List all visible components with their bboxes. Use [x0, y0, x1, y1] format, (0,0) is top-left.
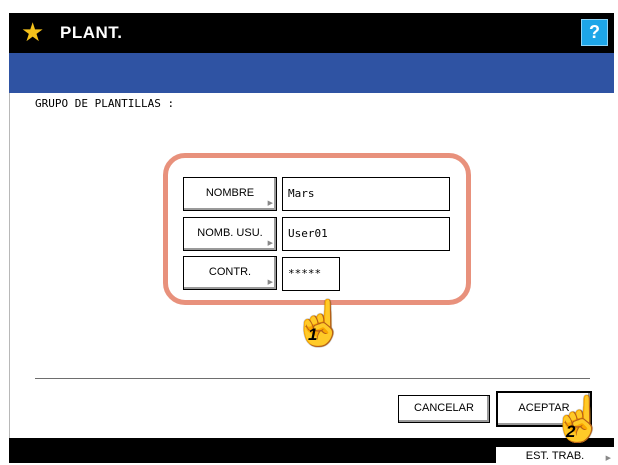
job-status-button[interactable]: EST. TRAB. ▶: [496, 447, 614, 465]
job-status-label: EST. TRAB.: [525, 450, 585, 462]
sub-header-bar: [9, 53, 614, 93]
help-button[interactable]: ?: [581, 19, 608, 46]
triangle-icon: ▶: [605, 455, 611, 462]
pointing-hand-icon: ☝: [550, 395, 607, 444]
window-title: PLANT.: [60, 23, 123, 42]
triangle-icon: ▶: [267, 279, 273, 286]
step-number-2: 2: [566, 422, 576, 441]
name-field[interactable]: Mars: [282, 177, 450, 211]
template-group-label: GRUPO DE PLANTILLAS :: [35, 97, 175, 110]
star-icon: ★: [21, 17, 45, 47]
cancel-button[interactable]: CANCELAR: [398, 395, 490, 423]
divider: [35, 378, 590, 379]
triangle-icon: ▶: [267, 200, 273, 207]
step-number-1: 1: [308, 325, 318, 344]
password-field[interactable]: *****: [282, 257, 340, 291]
password-button[interactable]: CONTR. ▶: [183, 256, 277, 290]
title-bar: ★ PLANT. ?: [9, 13, 614, 53]
name-button-label: NOMBRE: [205, 187, 255, 199]
user-name-button[interactable]: NOMB. USU. ▶: [183, 217, 277, 251]
user-name-field[interactable]: User01: [282, 217, 450, 251]
user-name-button-label: NOMB. USU.: [197, 227, 263, 239]
pointing-hand-icon: ☝: [291, 299, 348, 348]
name-button[interactable]: NOMBRE ▶: [183, 177, 277, 211]
triangle-icon: ▶: [267, 240, 273, 247]
password-button-label: CONTR.: [208, 266, 252, 278]
